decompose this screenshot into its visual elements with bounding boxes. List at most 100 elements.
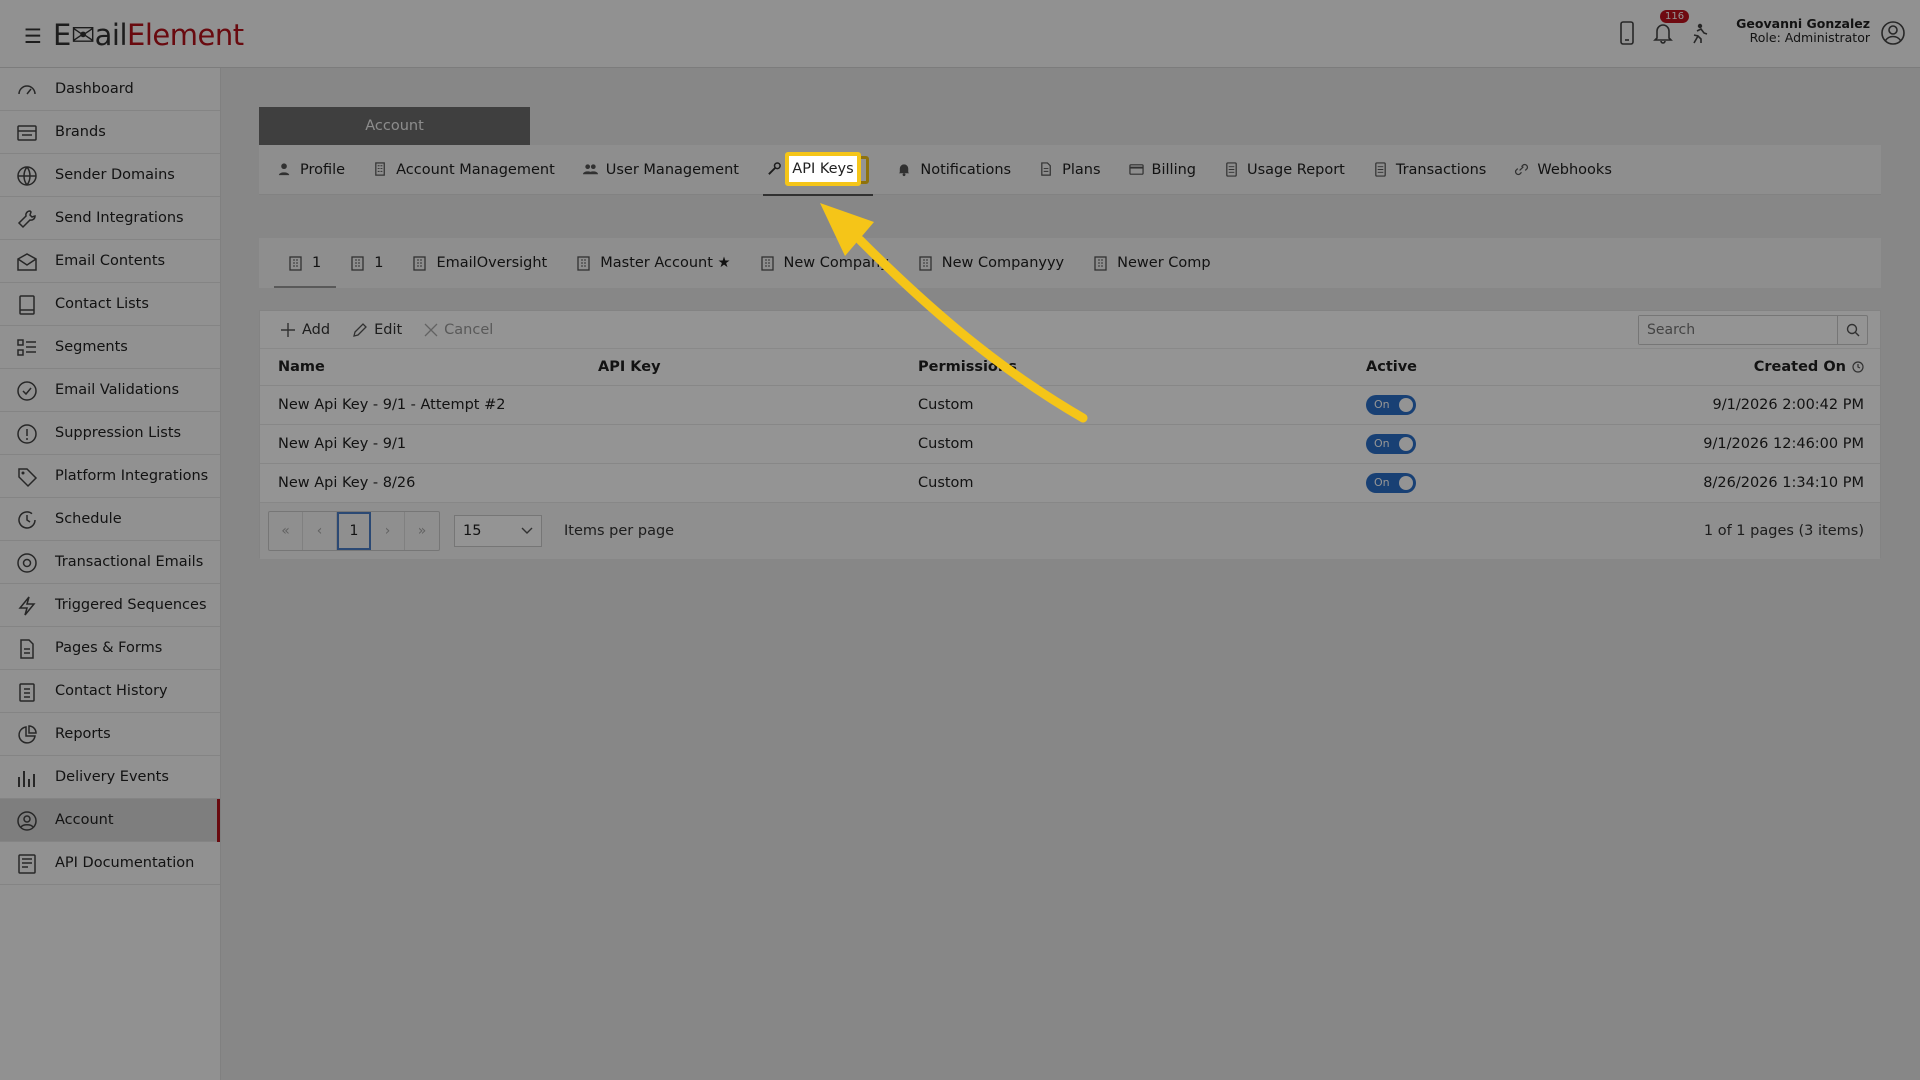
sidebar-item-platform-integrations[interactable]: Platform Integrations xyxy=(0,455,220,498)
tab-transactions[interactable]: Transactions xyxy=(1359,145,1501,195)
company-tab[interactable]: 1 xyxy=(336,238,398,288)
header-created-on[interactable]: Created On xyxy=(1754,359,1864,375)
active-toggle[interactable]: On xyxy=(1366,473,1416,493)
sidebar-item-transactional-emails[interactable]: Transactional Emails xyxy=(0,541,220,584)
sidebar-item-dashboard[interactable]: Dashboard xyxy=(0,68,220,111)
bell-icon[interactable]: 116 xyxy=(1652,10,1690,46)
header-name[interactable]: Name xyxy=(278,359,325,375)
sidebar-item-label: Dashboard xyxy=(55,81,134,97)
header-api-key[interactable]: API Key xyxy=(598,359,661,375)
logo-text-ail: ail xyxy=(94,18,128,52)
building-icon xyxy=(577,255,590,271)
table-row[interactable]: New Api Key - 9/1 Custom On 9/1/2026 12:46:… xyxy=(260,425,1880,464)
tab-usage-report[interactable]: Usage Report xyxy=(1210,145,1359,195)
app-logo[interactable]: E✉ailElement xyxy=(53,18,244,52)
sidebar-item-label: Email Validations xyxy=(55,382,179,398)
header-active[interactable]: Active xyxy=(1366,359,1417,375)
api-keys-tab-highlight[interactable]: API Keys xyxy=(785,152,861,186)
sidebar-item-label: Contact Lists xyxy=(55,296,149,312)
sidebar-item-brands[interactable]: Brands xyxy=(0,111,220,154)
tab-billing[interactable]: Billing xyxy=(1115,145,1210,195)
header-permissions[interactable]: Permissions xyxy=(918,359,1017,375)
cell-permissions: Custom xyxy=(918,436,974,452)
company-tabs: 1 1 EmailOversight Master Account ★ New Comp… xyxy=(259,238,1881,288)
company-tab[interactable]: New Company xyxy=(746,238,904,288)
company-tab[interactable]: EmailOversight xyxy=(398,238,562,288)
sidebar-item-contact-history[interactable]: Contact History xyxy=(0,670,220,713)
building-icon xyxy=(919,255,932,271)
tab-webhooks[interactable]: Webhooks xyxy=(1500,145,1626,195)
page-1-button[interactable]: 1 xyxy=(337,512,371,550)
cell-created-on: 9/1/2026 2:00:42 PM xyxy=(1712,397,1865,413)
check-circle-icon xyxy=(17,381,37,401)
sidebar-item-label: Reports xyxy=(55,726,111,742)
mobile-icon[interactable] xyxy=(1616,20,1638,46)
at-icon xyxy=(17,553,37,573)
clock-icon xyxy=(1852,361,1864,373)
user-role: Role: Administrator xyxy=(1749,30,1870,45)
last-page-button[interactable]: » xyxy=(405,512,439,550)
logo-text-e: E xyxy=(53,18,71,52)
first-page-button[interactable]: « xyxy=(269,512,303,550)
sidebar-item-label: Suppression Lists xyxy=(55,425,182,441)
sidebar-item-reports[interactable]: Reports xyxy=(0,713,220,756)
bolt-icon xyxy=(18,596,36,616)
cell-name: New Api Key - 9/1 xyxy=(278,436,407,452)
next-page-button[interactable]: › xyxy=(371,512,405,550)
company-tab[interactable]: Newer Comp xyxy=(1079,238,1225,288)
cell-permissions: Custom xyxy=(918,475,974,491)
sidebar: Dashboard Brands Sender Domains Send Integr… xyxy=(0,68,221,1080)
pager-info: 1 of 1 pages (3 items) xyxy=(1703,523,1864,539)
search-input[interactable] xyxy=(1639,316,1837,344)
company-tab[interactable]: Master Account ★ xyxy=(562,238,745,288)
tab-label: Profile xyxy=(300,161,346,178)
logout-icon[interactable] xyxy=(1688,20,1710,46)
tab-user-management[interactable]: User Management xyxy=(569,145,753,195)
table-row[interactable]: New Api Key - 8/26 Custom On 8/26/2026 1:34… xyxy=(260,464,1880,503)
sidebar-item-api-documentation[interactable]: API Documentation xyxy=(0,842,220,885)
sidebar-item-contact-lists[interactable]: Contact Lists xyxy=(0,283,220,326)
exclamation-circle-icon xyxy=(17,424,37,444)
cancel-button[interactable]: Cancel xyxy=(424,322,493,338)
search-button[interactable] xyxy=(1837,316,1867,344)
plus-icon xyxy=(281,322,295,337)
user-info[interactable]: Geovanni Gonzalez Role: Administrator xyxy=(1736,17,1870,45)
close-icon xyxy=(424,323,438,336)
building-icon xyxy=(289,255,302,271)
sidebar-item-label: Account xyxy=(55,812,114,828)
company-tab-label: New Companyyy xyxy=(941,255,1065,271)
sidebar-item-delivery-events[interactable]: Delivery Events xyxy=(0,756,220,799)
user-avatar-icon[interactable] xyxy=(1880,20,1906,46)
sidebar-item-triggered-sequences[interactable]: Triggered Sequences xyxy=(0,584,220,627)
sidebar-item-email-contents[interactable]: Email Contents xyxy=(0,240,220,283)
tab-profile[interactable]: Profile xyxy=(277,145,359,195)
add-button[interactable]: Add xyxy=(280,322,330,338)
table-row[interactable]: New Api Key - 9/1 - Attempt #2 Custom On 9/… xyxy=(260,386,1880,425)
tab-label: User Management xyxy=(605,161,739,178)
sidebar-item-suppression-lists[interactable]: Suppression Lists xyxy=(0,412,220,455)
sidebar-item-schedule[interactable]: Schedule xyxy=(0,498,220,541)
company-tab[interactable]: New Companyyy xyxy=(904,238,1079,288)
sidebar-item-segments[interactable]: Segments xyxy=(0,326,220,369)
sidebar-item-pages-forms[interactable]: Pages & Forms xyxy=(0,627,220,670)
prev-page-button[interactable]: ‹ xyxy=(303,512,337,550)
tab-notifications[interactable]: Notifications xyxy=(883,145,1025,195)
sidebar-item-email-validations[interactable]: Email Validations xyxy=(0,369,220,412)
tab-plans[interactable]: Plans xyxy=(1025,145,1114,195)
table-header: Name API Key Permissions Active Created … xyxy=(260,349,1880,386)
hamburger-menu-icon[interactable]: ☰ xyxy=(24,24,42,48)
tab-account-management[interactable]: Account Management xyxy=(359,145,569,195)
sidebar-item-send-integrations[interactable]: Send Integrations xyxy=(0,197,220,240)
active-toggle[interactable]: On xyxy=(1366,434,1416,454)
sidebar-item-label: Platform Integrations xyxy=(55,468,209,484)
clipboard-icon xyxy=(19,683,35,702)
sidebar-item-account[interactable]: Account xyxy=(0,799,220,842)
sidebar-item-sender-domains[interactable]: Sender Domains xyxy=(0,154,220,197)
edit-button[interactable]: Edit xyxy=(352,322,402,338)
clock-icon xyxy=(18,511,36,529)
active-toggle[interactable]: On xyxy=(1366,395,1416,415)
page-size-select[interactable]: 15 xyxy=(454,515,542,547)
account-tabs: Profile Account Management User Management… xyxy=(259,145,1881,196)
logo-text-element: Element xyxy=(127,18,244,52)
company-tab[interactable]: 1 xyxy=(274,238,337,288)
